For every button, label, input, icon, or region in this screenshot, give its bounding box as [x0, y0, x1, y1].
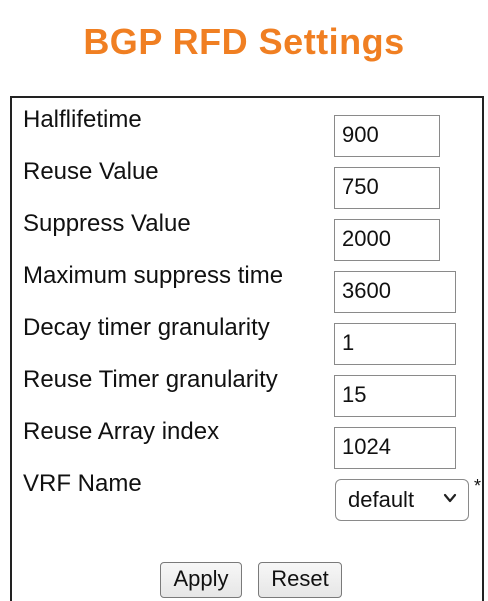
form-row-reuse-timer-granularity: Reuse Timer granularity 15: [12, 358, 482, 417]
form-row-maximum-suppress-time: Maximum suppress time 3600: [12, 254, 482, 313]
form-row-decay-timer-granularity: Decay timer granularity 1: [12, 306, 482, 365]
suppress-value-label: Suppress Value: [23, 210, 191, 237]
reuse-array-index-label: Reuse Array index: [23, 418, 220, 445]
chevron-down-icon: [443, 493, 457, 503]
page-title: BGP RFD Settings: [83, 21, 405, 62]
bgp-rfd-settings-page: BGP RFD Settings Halflifetime 900 Reuse …: [0, 0, 488, 601]
form-row-reuse-array-index: Reuse Array index 1024: [12, 410, 482, 469]
form-row-halflifetime: Halflifetime 900: [12, 98, 482, 157]
vrf-name-select[interactable]: default: [335, 479, 469, 521]
maximum-suppress-time-label: Maximum suppress time: [23, 262, 284, 289]
settings-form: Halflifetime 900 Reuse Value 750 Suppres…: [10, 96, 484, 601]
form-row-vrf-name: VRF Name default *: [12, 462, 482, 521]
apply-button[interactable]: Apply: [160, 562, 242, 598]
reuse-value-label: Reuse Value: [23, 158, 159, 185]
decay-timer-granularity-label: Decay timer granularity: [23, 314, 270, 341]
vrf-name-label: VRF Name: [23, 470, 142, 497]
halflifetime-label: Halflifetime: [23, 106, 142, 133]
required-asterisk: *: [474, 476, 482, 496]
reuse-timer-granularity-label: Reuse Timer granularity: [23, 366, 278, 393]
form-row-suppress-value: Suppress Value 2000: [12, 202, 482, 261]
form-row-reuse-value: Reuse Value 750: [12, 150, 482, 209]
vrf-selected-value: default: [348, 487, 415, 512]
reset-button[interactable]: Reset: [258, 562, 342, 598]
